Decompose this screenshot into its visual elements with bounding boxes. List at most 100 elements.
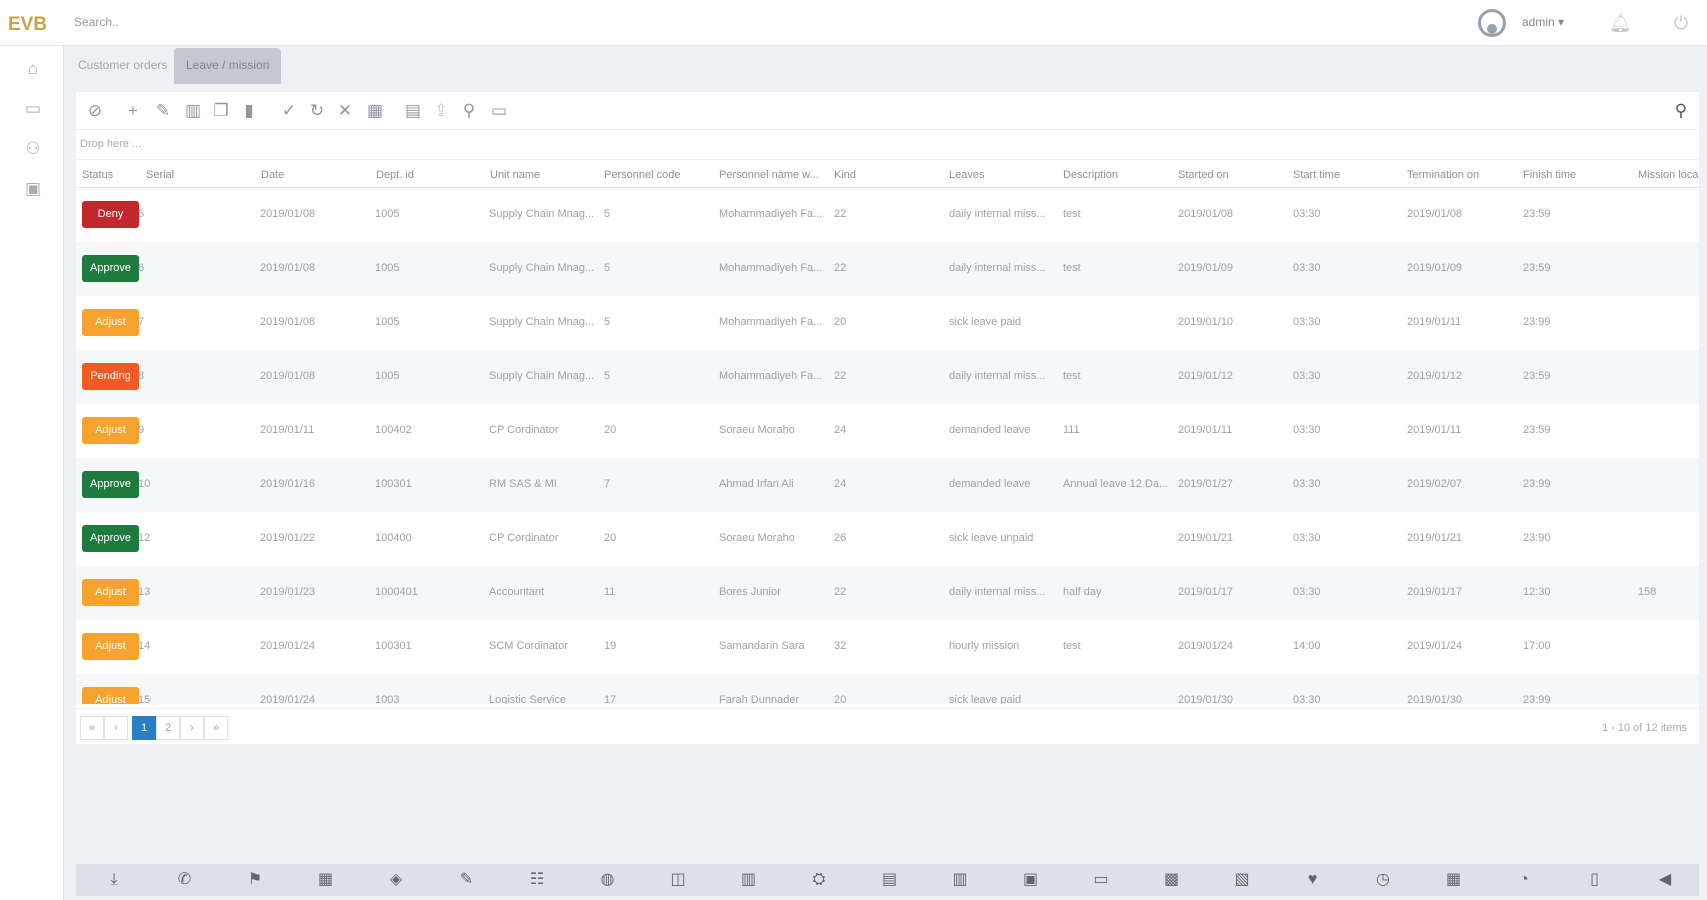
status-badge[interactable]: Pending: [82, 363, 139, 390]
status-badge[interactable]: Approve: [82, 525, 139, 552]
column-header[interactable]: Started on: [1178, 169, 1278, 181]
column-header[interactable]: Start time: [1293, 169, 1393, 181]
org-chart-icon[interactable]: ⛭: [808, 869, 830, 891]
paperclip-icon[interactable]: ⊘: [84, 100, 106, 122]
logo[interactable]: EVB: [6, 12, 62, 34]
table-row[interactable]: Deny 5 2019/01/08 1005 Supply Chain Mnag... 5…: [76, 188, 1699, 242]
table-row[interactable]: Approve 10 2019/01/16 100301 RM SAS & MI 7 Ahm…: [76, 458, 1699, 512]
column-header[interactable]: Description: [1063, 169, 1163, 181]
power-icon[interactable]: ⏻: [1670, 12, 1692, 34]
pin-icon[interactable]: ✎: [456, 869, 478, 891]
group-drop-zone[interactable]: Drop here ...: [76, 130, 1699, 160]
search-icon[interactable]: ⚲: [1670, 100, 1692, 122]
users-icon[interactable]: ⚇: [22, 138, 44, 160]
folder-icon[interactable]: ▭: [22, 98, 44, 120]
column-header[interactable]: Serial: [146, 169, 246, 181]
cell-pcode: 5: [604, 208, 611, 220]
column-header[interactable]: Date: [261, 169, 361, 181]
home-icon[interactable]: ⌂: [22, 58, 44, 80]
pager-prev-button[interactable]: ‹: [104, 716, 128, 740]
megaphone-icon[interactable]: ◀: [1654, 869, 1676, 891]
column-header[interactable]: Termination on: [1407, 169, 1507, 181]
column-header[interactable]: Personnel code: [604, 169, 704, 181]
cell-serial: 9: [138, 424, 145, 436]
table-row[interactable]: Pending 8 2019/01/08 1005 Supply Chain Mnag.…: [76, 350, 1699, 404]
trash-icon[interactable]: ▮: [238, 100, 260, 122]
grid-body: Deny 5 2019/01/08 1005 Supply Chain Mnag... 5…: [76, 188, 1699, 704]
columns-icon[interactable]: ▥: [949, 869, 971, 891]
globe-icon[interactable]: ◍: [597, 869, 619, 891]
plus-icon[interactable]: +: [122, 100, 144, 122]
table-row[interactable]: Adjust 14 2019/01/24 100301 SCM Cordinator 19…: [76, 620, 1699, 674]
column-header[interactable]: Personnel name w...: [719, 169, 823, 181]
tab-leave-mission[interactable]: Leave / mission: [174, 48, 282, 84]
column-header[interactable]: Kind: [834, 169, 934, 181]
document-icon[interactable]: ▤: [879, 869, 901, 891]
pager-page-1[interactable]: 1: [132, 716, 156, 740]
building-icon[interactable]: ▦: [1443, 869, 1465, 891]
pager-next-button[interactable]: ›: [180, 716, 204, 740]
status-badge[interactable]: Adjust: [82, 309, 139, 336]
phone-icon[interactable]: ✆: [174, 869, 196, 891]
column-header[interactable]: Finish time: [1523, 169, 1623, 181]
chart-icon[interactable]: ◫: [667, 869, 689, 891]
lock-icon[interactable]: ▥: [182, 100, 204, 122]
cell-date: 2019/01/08: [260, 370, 316, 382]
table-row[interactable]: Adjust 9 2019/01/11 100402 CP Cordinator 20 So…: [76, 404, 1699, 458]
column-header[interactable]: Status: [82, 169, 132, 181]
list-icon[interactable]: ☷: [526, 869, 548, 891]
save-icon[interactable]: ▣: [1020, 869, 1042, 891]
pager-first-button[interactable]: «: [80, 716, 104, 740]
top-bar: EVB Search.. admin ▾ 🔔︎ ⏻: [0, 0, 1707, 46]
status-badge[interactable]: Adjust: [82, 633, 139, 660]
column-header[interactable]: Mission loca: [1638, 169, 1699, 181]
cell-term: 2019/01/17: [1407, 586, 1463, 598]
column-header[interactable]: Leaves: [949, 169, 1049, 181]
flag-icon[interactable]: ⚑: [244, 869, 266, 891]
lock-icon[interactable]: ▥: [738, 869, 760, 891]
upload-icon[interactable]: ⇪: [430, 100, 452, 122]
column-header[interactable]: Unit name: [490, 169, 590, 181]
clipboard-icon[interactable]: ▯: [1584, 869, 1606, 891]
document-icon[interactable]: ▤: [402, 100, 424, 122]
status-badge[interactable]: Approve: [82, 471, 139, 498]
tag-icon[interactable]: ◈: [385, 869, 407, 891]
table-row[interactable]: Approve 6 2019/01/08 1005 Supply Chain Mnag.…: [76, 242, 1699, 296]
clock-icon[interactable]: ◷: [1372, 869, 1394, 891]
cell-desc: Annual leave 12 Da...: [1063, 478, 1169, 490]
chat-icon[interactable]: ◔: [1513, 869, 1535, 891]
status-badge[interactable]: Approve: [82, 255, 139, 282]
hierarchy-icon[interactable]: ⚲: [458, 100, 480, 122]
table-row[interactable]: Adjust 7 2019/01/08 1005 Supply Chain Mnag..…: [76, 296, 1699, 350]
check-icon[interactable]: ✓: [278, 100, 300, 122]
user-avatar[interactable]: [1478, 9, 1506, 37]
user-menu[interactable]: admin ▾: [1522, 15, 1564, 29]
table-icon[interactable]: ▭: [488, 100, 510, 122]
image-icon[interactable]: ▣: [22, 178, 44, 200]
pencil-icon[interactable]: ✎: [152, 100, 174, 122]
status-badge[interactable]: Adjust: [82, 417, 139, 444]
download-icon[interactable]: ⤓: [103, 869, 125, 891]
refresh-icon[interactable]: ↻: [306, 100, 328, 122]
bell-icon[interactable]: 🔔︎: [1609, 12, 1632, 34]
column-header[interactable]: Dept. id: [376, 169, 476, 181]
status-badge[interactable]: Adjust: [82, 687, 139, 704]
table-row[interactable]: Adjust 13 2019/01/23 1000401 Accountant 11 Bor…: [76, 566, 1699, 620]
calendar-grid-icon[interactable]: ▦: [315, 869, 337, 891]
pager-page-2[interactable]: 2: [156, 716, 180, 740]
search-input[interactable]: Search..: [74, 15, 119, 29]
tab-customer-orders[interactable]: Customer orders: [66, 48, 179, 84]
status-badge[interactable]: Deny: [82, 201, 139, 228]
copy-icon[interactable]: ❐: [210, 100, 232, 122]
heart-icon[interactable]: ♥: [1302, 869, 1324, 891]
word-icon[interactable]: ▧: [1231, 869, 1253, 891]
status-badge[interactable]: Adjust: [82, 579, 139, 606]
close-icon[interactable]: ✕: [334, 100, 356, 122]
excel-icon[interactable]: ▩: [1161, 869, 1183, 891]
cell-pcode: 5: [604, 262, 611, 274]
pager-last-button[interactable]: »: [204, 716, 228, 740]
monitor-icon[interactable]: ▭: [1090, 869, 1112, 891]
table-row[interactable]: Adjust 15 2019/01/24 1003 Logistic Service 17…: [76, 674, 1699, 704]
grid-icon[interactable]: ▦: [364, 100, 386, 122]
table-row[interactable]: Approve 12 2019/01/22 100400 CP Cordinator 20…: [76, 512, 1699, 566]
